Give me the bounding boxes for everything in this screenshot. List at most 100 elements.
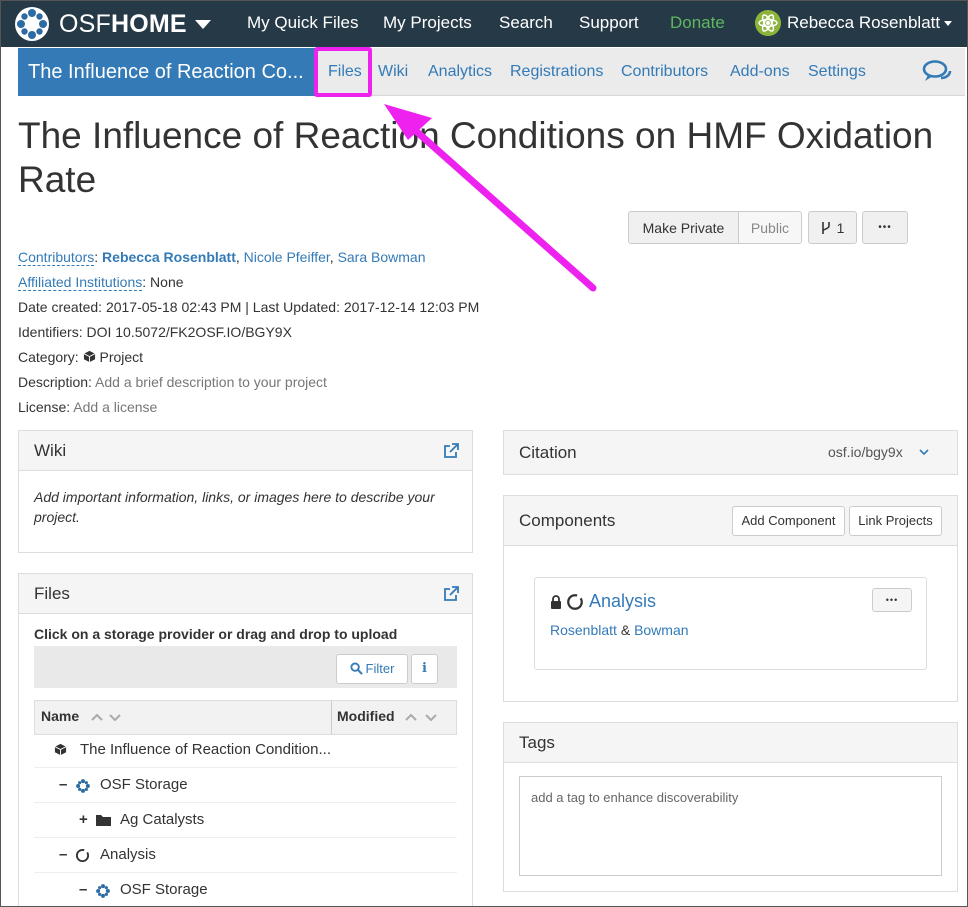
contributors-label[interactable]: Contributors: [18, 249, 95, 266]
brand-text: OSFHOME: [59, 9, 187, 38]
nav-search[interactable]: Search: [499, 13, 553, 33]
wiki-panel: Wiki Add important information, links, o…: [18, 430, 473, 553]
tab-contributors[interactable]: Contributors: [621, 63, 708, 81]
component-authors: Rosenblatt & Bowman: [550, 622, 689, 638]
wiki-panel-title: Wiki: [34, 441, 67, 460]
collapse-toggle[interactable]: –: [79, 881, 87, 898]
user-menu[interactable]: Rebecca Rosenblatt: [755, 10, 953, 36]
license-label: License:: [18, 399, 71, 415]
search-icon: [350, 662, 363, 675]
author-link[interactable]: Bowman: [634, 622, 688, 638]
file-tree-label: Analysis: [100, 846, 156, 863]
upload-instructions: Click on a storage provider or drag and …: [34, 626, 398, 642]
component-icon: [567, 594, 583, 610]
chevron-down-icon[interactable]: [919, 449, 929, 456]
file-tree-row[interactable]: – Analysis: [34, 838, 457, 873]
tag-input[interactable]: add a tag to enhance discoverability: [519, 776, 942, 876]
component-name-link[interactable]: Analysis: [589, 591, 656, 612]
column-name-header[interactable]: Name: [41, 708, 79, 724]
lock-icon: [551, 595, 561, 609]
component-card: Analysis Rosenblatt & Bowman •••: [534, 577, 927, 670]
category-value: Project: [99, 349, 144, 365]
info-icon: i: [422, 661, 427, 676]
components-panel-title: Components: [519, 511, 616, 530]
comments-icon[interactable]: [922, 59, 952, 83]
tab-registrations[interactable]: Registrations: [510, 63, 603, 81]
tab-analytics[interactable]: Analytics: [428, 63, 492, 81]
files-panel-header: Files: [19, 574, 472, 614]
author-link[interactable]: Rosenblatt: [550, 622, 617, 638]
sort-arrows-icon[interactable]: [91, 711, 123, 723]
description-label: Description:: [18, 374, 92, 390]
public-button[interactable]: Public: [738, 211, 802, 244]
project-navbar: The Influence of Reaction Co... Files Wi…: [18, 48, 965, 96]
citation-panel-title: Citation: [519, 443, 577, 462]
license-value[interactable]: Add a license: [73, 399, 157, 415]
license-line: License: Add a license: [18, 399, 157, 415]
files-tab-highlight: [314, 47, 372, 97]
external-link-icon[interactable]: [443, 586, 459, 602]
collapse-toggle[interactable]: –: [59, 776, 67, 793]
project-nav-title[interactable]: The Influence of Reaction Co...: [18, 48, 316, 96]
column-divider: [331, 701, 332, 734]
citation-panel[interactable]: Citation osf.io/bgy9x: [503, 430, 958, 475]
column-modified-header[interactable]: Modified: [337, 708, 395, 724]
file-tree-row[interactable]: + Ag Catalysts: [34, 803, 457, 838]
tag-input-placeholder: add a tag to enhance discoverability: [531, 790, 739, 805]
make-private-button[interactable]: Make Private: [628, 211, 739, 244]
caret-down-icon: [944, 20, 953, 26]
fork-button[interactable]: 1: [808, 211, 857, 244]
date-line: Date created: 2017-05-18 02:43 PM | Last…: [18, 299, 480, 315]
cube-icon: [83, 350, 95, 363]
affiliated-institutions-label[interactable]: Affiliated Institutions: [18, 274, 143, 291]
tab-settings[interactable]: Settings: [808, 63, 866, 81]
contributor-link[interactable]: Sara Bowman: [338, 249, 426, 265]
nav-my-projects[interactable]: My Projects: [383, 13, 472, 33]
add-component-button[interactable]: Add Component: [732, 506, 845, 536]
folder-icon: [96, 815, 111, 826]
osf-home-menu[interactable]: OSFHOME: [14, 6, 211, 42]
description-line: Description: Add a brief description to …: [18, 374, 327, 390]
contributor-link[interactable]: Rebecca Rosenblatt: [102, 249, 236, 265]
nav-support[interactable]: Support: [579, 13, 639, 33]
osf-logo-icon: [15, 7, 49, 41]
fork-icon: [821, 222, 830, 234]
contributor-link[interactable]: Nicole Pfeiffer: [244, 249, 330, 265]
file-tree-row[interactable]: – OSF Storage: [34, 873, 457, 907]
caret-down-icon: [194, 19, 211, 29]
tags-panel-header: Tags: [504, 723, 957, 763]
external-link-icon[interactable]: [443, 443, 459, 459]
file-tree-row[interactable]: The Influence of Reaction Condition...: [34, 733, 457, 768]
collapse-toggle[interactable]: –: [59, 846, 67, 863]
component-icon: [75, 848, 90, 863]
citation-link[interactable]: osf.io/bgy9x: [828, 444, 903, 460]
osf-storage-icon: [96, 884, 110, 898]
citation-panel-header: Citation osf.io/bgy9x: [504, 431, 957, 474]
cube-icon: [54, 743, 67, 756]
component-more-button[interactable]: •••: [872, 588, 912, 612]
identifiers-line: Identifiers: DOI 10.5072/FK2OSF.IO/BGY9X: [18, 324, 292, 340]
file-tree-label: OSF Storage: [100, 776, 188, 793]
tab-add-ons[interactable]: Add-ons: [730, 63, 790, 81]
osf-storage-icon: [76, 779, 90, 793]
file-tree-label: Ag Catalysts: [120, 811, 205, 828]
filter-button[interactable]: Filter: [336, 654, 408, 684]
nav-my-quick-files[interactable]: My Quick Files: [247, 13, 358, 33]
user-name: Rebecca Rosenblatt: [787, 13, 941, 32]
link-projects-button[interactable]: Link Projects: [849, 506, 942, 536]
category-line: Category: Project: [18, 349, 143, 365]
file-tree-label: OSF Storage: [120, 881, 208, 898]
top-navbar: OSFHOME My Quick Files My Projects Searc…: [0, 0, 968, 47]
wiki-empty-text: Add important information, links, or ima…: [34, 489, 435, 525]
info-button[interactable]: i: [411, 654, 438, 684]
filter-label: Filter: [365, 661, 395, 676]
expand-toggle[interactable]: +: [79, 811, 88, 828]
category-label: Category:: [18, 349, 79, 365]
description-value[interactable]: Add a brief description to your project: [95, 374, 327, 390]
file-tree-row[interactable]: – OSF Storage: [34, 768, 457, 803]
contributors-line: Contributors: Rebecca Rosenblatt, Nicole…: [18, 249, 426, 266]
nav-donate[interactable]: Donate: [670, 13, 725, 33]
sort-arrows-icon[interactable]: [405, 711, 441, 723]
tab-wiki[interactable]: Wiki: [378, 63, 408, 81]
project-more-button[interactable]: •••: [862, 211, 908, 244]
